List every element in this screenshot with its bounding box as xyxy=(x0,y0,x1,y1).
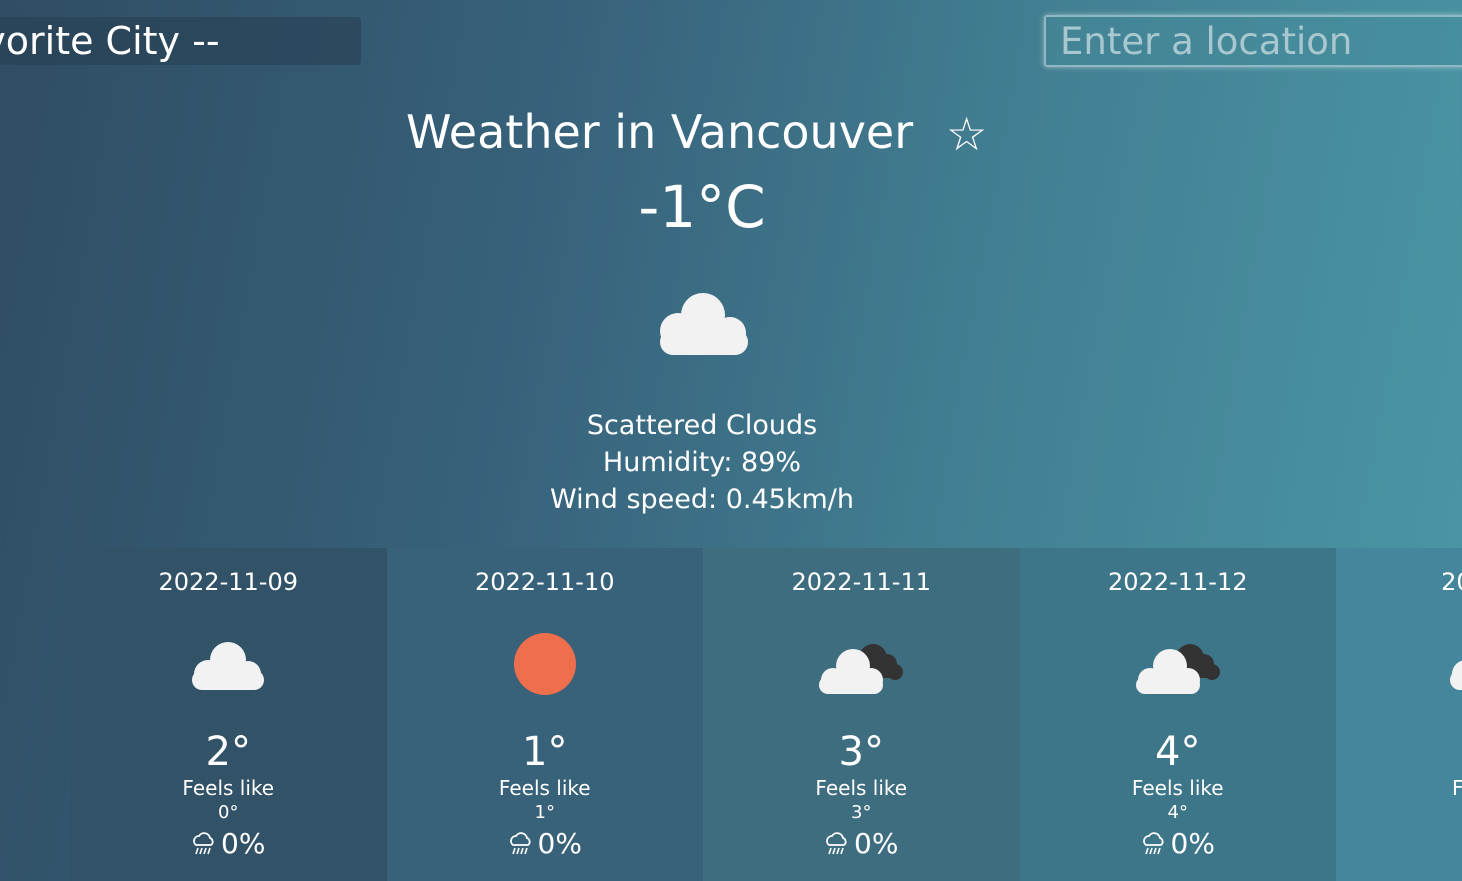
forecast-date: 2022-11-11 xyxy=(791,568,931,596)
forecast-row: 2022-11-09 2° Feels like 0° 0% 2022-11-1… xyxy=(70,548,1462,881)
favorite-city-select-label: avorite City -- xyxy=(0,19,220,63)
page-title: Weather in Vancouver xyxy=(406,105,914,159)
current-details: Scattered Clouds Humidity: 89% Wind spee… xyxy=(0,407,1404,518)
forecast-card: 202 F xyxy=(1336,548,1462,881)
rain-icon xyxy=(509,832,531,855)
cloud-icon xyxy=(1450,660,1462,690)
weather-description: Scattered Clouds xyxy=(586,410,818,441)
wind-speed-text: Wind speed: 0.45km/h xyxy=(550,484,854,515)
precipitation: 0% xyxy=(70,826,387,862)
feels-like-value: 0° xyxy=(218,802,239,823)
location-search-box xyxy=(1044,15,1462,67)
forecast-temperature: 3° xyxy=(838,729,884,775)
current-temperature: -1°C xyxy=(638,173,766,241)
precipitation: 0% xyxy=(1020,826,1337,862)
forecast-temperature: 2° xyxy=(205,729,251,775)
cloud-dark-cloud-icon xyxy=(1135,644,1220,694)
precipitation-value: 0% xyxy=(854,827,899,860)
feels-like-label: F xyxy=(1452,776,1462,800)
forecast-date: 2022-11-10 xyxy=(475,568,615,596)
feels-like-value: 1° xyxy=(534,802,555,823)
rain-icon xyxy=(193,832,214,855)
forecast-date: 2022-11-12 xyxy=(1108,568,1248,596)
forecast-card: 2022-11-10 1° Feels like 1° 0% xyxy=(386,548,704,881)
feels-like-label: Feels like xyxy=(815,776,908,800)
precipitation-value: 0% xyxy=(537,827,582,860)
cloud-dark-cloud-icon xyxy=(819,644,904,694)
forecast-card: 2022-11-11 3° Feels like 3° 0% xyxy=(703,548,1020,881)
precipitation-value: 0% xyxy=(1170,827,1215,860)
feels-like-label: Feels like xyxy=(182,776,275,800)
favorite-star-icon[interactable]: ☆ xyxy=(946,106,987,162)
favorite-city-select[interactable]: avorite City -- xyxy=(0,17,361,65)
feels-like-value: 3° xyxy=(851,802,872,823)
cloud-icon xyxy=(660,293,748,355)
forecast-date: 2022-11-09 xyxy=(158,568,298,596)
cloud-icon xyxy=(192,642,265,690)
rain-icon xyxy=(826,832,847,855)
feels-like-label: Feels like xyxy=(1131,776,1224,800)
precipitation: 0% xyxy=(387,826,704,862)
feels-like-label: Feels like xyxy=(498,776,591,800)
location-search-input[interactable] xyxy=(1046,17,1462,65)
precipitation-value: 0% xyxy=(221,827,266,860)
feels-like-value: 4° xyxy=(1167,802,1188,823)
forecast-temperature: 4° xyxy=(1155,729,1201,775)
current-weather-header: Weather in Vancouver ☆ xyxy=(406,102,1006,166)
precipitation: 0% xyxy=(703,826,1020,862)
rain-icon xyxy=(1142,832,1164,855)
forecast-card: 2022-11-09 2° Feels like 0° 0% xyxy=(70,548,387,881)
sun-icon xyxy=(513,633,576,695)
forecast-temperature: 1° xyxy=(522,729,568,775)
forecast-card: 2022-11-12 4° Feels like 4° 0% xyxy=(1019,548,1337,881)
humidity-text: Humidity: 89% xyxy=(602,447,802,478)
forecast-date: 202 xyxy=(1441,568,1462,596)
